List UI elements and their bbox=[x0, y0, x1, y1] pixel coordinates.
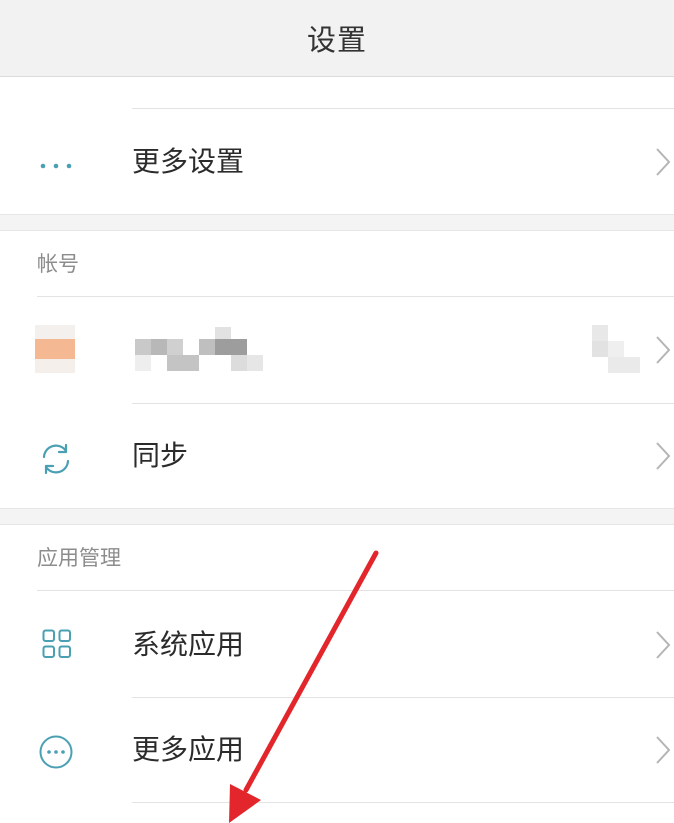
page-title: 设置 bbox=[306, 23, 367, 57]
section-gap bbox=[0, 214, 674, 231]
more-settings-row[interactable]: 更多设置 bbox=[0, 110, 674, 214]
chevron-right-icon bbox=[656, 631, 671, 659]
avatar bbox=[35, 325, 75, 375]
more-apps-label: 更多应用 bbox=[132, 733, 245, 766]
chevron-right-icon bbox=[656, 148, 671, 176]
sync-icon bbox=[38, 441, 74, 481]
more-settings-label: 更多设置 bbox=[132, 145, 245, 178]
system-apps-label: 系统应用 bbox=[132, 628, 245, 661]
title-bar: 设置 bbox=[0, 0, 674, 77]
row-divider bbox=[132, 802, 674, 803]
more-apps-row[interactable]: 更多应用 bbox=[0, 698, 674, 802]
more-dots-icon bbox=[40, 156, 74, 175]
system-apps-row[interactable]: 系统应用 bbox=[0, 591, 674, 697]
sync-label: 同步 bbox=[132, 439, 189, 472]
chevron-right-icon bbox=[656, 336, 671, 364]
grid-apps-icon bbox=[42, 629, 72, 663]
account-row[interactable] bbox=[0, 297, 674, 403]
row-divider bbox=[132, 108, 674, 109]
settings-screen: 设置 更多设置 帐号 同步 应用管理 系统应用 更多应用 bbox=[0, 0, 674, 823]
account-section-header: 帐号 bbox=[37, 252, 79, 276]
account-value-pixelated bbox=[592, 325, 642, 375]
more-circle-icon bbox=[38, 734, 74, 774]
sync-row[interactable]: 同步 bbox=[0, 404, 674, 508]
chevron-right-icon bbox=[656, 736, 671, 764]
chevron-right-icon bbox=[656, 442, 671, 470]
account-name-pixelated bbox=[135, 327, 265, 375]
app-management-section-header: 应用管理 bbox=[37, 546, 121, 570]
section-gap bbox=[0, 508, 674, 525]
